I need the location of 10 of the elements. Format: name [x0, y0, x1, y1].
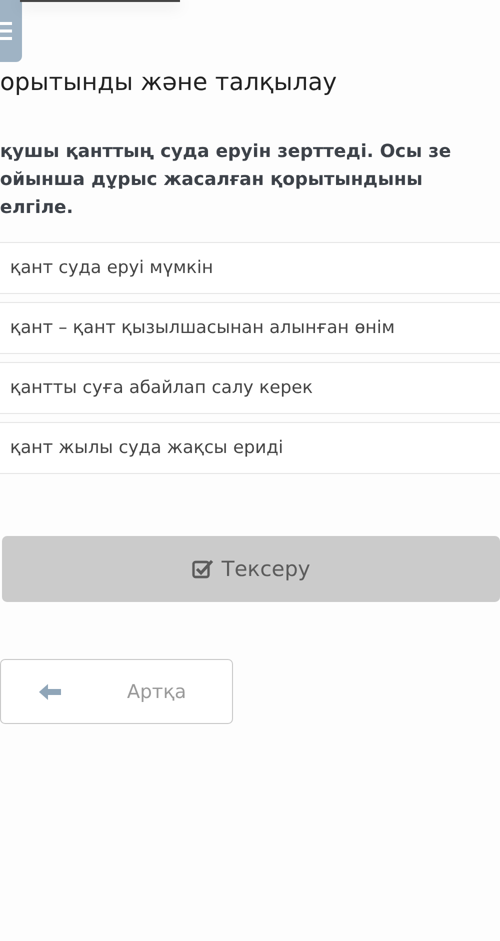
- page-title: орытынды және талқылау: [0, 67, 338, 98]
- menu-button[interactable]: [0, 0, 22, 62]
- answer-option[interactable]: қантты суға абайлап салу керек: [0, 362, 500, 414]
- menu-icon: [0, 20, 12, 42]
- answer-option[interactable]: қант суда еруі мүмкін: [0, 242, 500, 294]
- checkbox-icon: [192, 559, 214, 579]
- question-text: қушы қанттың суда еруін зерттеді. Осы зе ойынша дұрыс жасалған қорытындыны елгіле.: [0, 140, 452, 220]
- answer-option[interactable]: қант жылы суда жақсы ериді: [0, 422, 500, 474]
- arrow-left-icon: [39, 684, 61, 700]
- answer-option[interactable]: қант – қант қызылшасынан алынған өнім: [0, 302, 500, 354]
